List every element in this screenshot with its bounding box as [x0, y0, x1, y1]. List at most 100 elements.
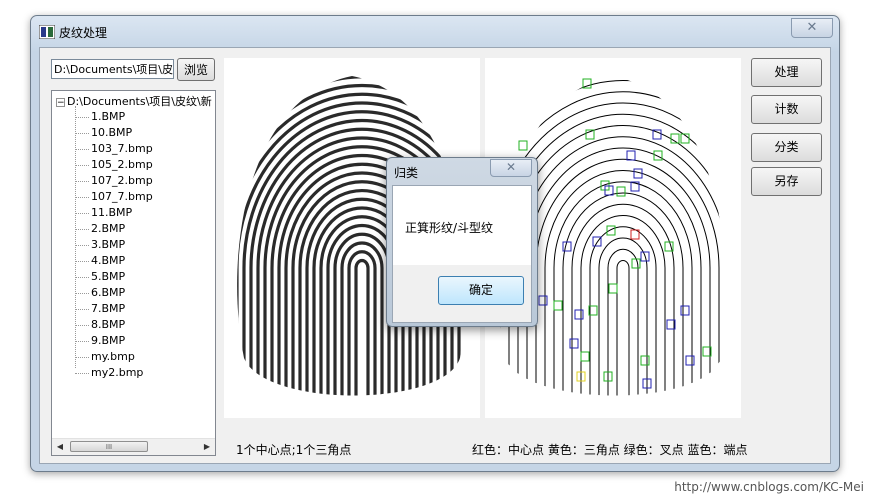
tree-file-label: 6.BMP	[91, 286, 126, 299]
tree-file-label: 107_7.bmp	[91, 190, 153, 203]
tree-branch-line	[75, 228, 89, 230]
tree-file-label: 7.BMP	[91, 302, 126, 315]
tree-file-label: 3.BMP	[91, 238, 126, 251]
tree-file-item[interactable]: 7.BMP	[75, 301, 125, 317]
ending-marker	[685, 355, 695, 366]
tree-file-label: my.bmp	[91, 350, 135, 363]
tree-file-item[interactable]: 2.BMP	[75, 221, 125, 237]
ridge-line	[354, 258, 370, 396]
tree-branch-line	[75, 244, 89, 246]
tree-branch-line	[75, 260, 89, 262]
path-input[interactable]: D:\Documents\项目\皮纹	[51, 59, 174, 79]
tree-file-label: 9.BMP	[91, 334, 126, 347]
tree-branch-line	[75, 212, 89, 214]
ridge-line	[517, 136, 726, 396]
tree-file-item[interactable]: my2.bmp	[75, 365, 143, 381]
tree-branch-line	[75, 164, 89, 166]
bifurcation-marker	[631, 258, 641, 269]
tree-branch-line	[75, 180, 89, 182]
window-title: 皮纹处理	[59, 26, 108, 40]
ridge-line	[607, 248, 639, 396]
dialog-message-area: 正箕形纹/斗型纹	[393, 186, 531, 265]
scroll-thumb[interactable]: III	[70, 441, 148, 452]
point-count-status: 1个中心点;1个三角点	[236, 443, 352, 457]
dialog-body: 正箕形纹/斗型纹 确定	[392, 185, 532, 323]
tree-file-item[interactable]: 1.BMP	[75, 109, 125, 125]
tree-horizontal-scrollbar[interactable]: ◀ III ▶	[52, 438, 215, 455]
tree-root-node[interactable]: − D:\Documents\项目\皮纹\新	[56, 93, 212, 109]
tree-file-item[interactable]: 107_7.bmp	[75, 189, 153, 205]
tree-branch-line	[75, 132, 89, 134]
ridge-line	[580, 215, 666, 396]
bifurcation-marker	[616, 186, 626, 197]
tree-file-label: 2.BMP	[91, 222, 126, 235]
ridge-line	[544, 170, 702, 396]
tree-branch-line	[75, 196, 89, 198]
tree-file-label: 1.BMP	[91, 110, 126, 123]
app-icon	[39, 25, 55, 39]
process-button[interactable]: 处理	[751, 58, 822, 87]
scroll-left-icon[interactable]: ◀	[53, 440, 67, 454]
tree-file-item[interactable]: 107_2.bmp	[75, 173, 153, 189]
ridge-line	[535, 158, 711, 396]
tree-file-label: 107_2.bmp	[91, 174, 153, 187]
tree-branch-line	[75, 308, 89, 310]
dialog-message: 正箕形纹/斗型纹	[405, 221, 494, 235]
tree-root-label: D:\Documents\项目\皮纹\新	[67, 95, 212, 108]
tree-file-item[interactable]: 4.BMP	[75, 253, 125, 269]
title-bar[interactable]: 皮纹处理 ✕	[31, 16, 839, 48]
bifurcation-marker	[553, 300, 563, 311]
ending-marker	[574, 309, 584, 320]
ridge-line	[571, 203, 675, 396]
tree-file-item[interactable]: 105_2.bmp	[75, 157, 153, 173]
save-as-button[interactable]: 另存	[751, 167, 822, 196]
bifurcation-marker	[653, 150, 663, 161]
tree-file-item[interactable]: 11.BMP	[75, 205, 132, 221]
tree-branch-line	[75, 292, 89, 294]
scroll-right-icon[interactable]: ▶	[200, 440, 214, 454]
classify-dialog: 归类 ✕ 正箕形纹/斗型纹 确定	[386, 157, 538, 327]
bifurcation-marker	[640, 355, 650, 366]
watermark-text: http://www.cnblogs.com/KC-Mei	[674, 480, 864, 494]
window-close-button[interactable]: ✕	[791, 18, 833, 38]
ending-marker	[569, 338, 579, 349]
tree-file-label: 4.BMP	[91, 254, 126, 267]
tree-file-label: 103_7.bmp	[91, 142, 153, 155]
tree-file-item[interactable]: 8.BMP	[75, 317, 125, 333]
tree-file-label: 10.BMP	[91, 126, 133, 139]
tree-file-item[interactable]: 5.BMP	[75, 269, 125, 285]
ending-marker	[680, 305, 690, 316]
ending-marker	[626, 150, 636, 161]
tree-file-label: 8.BMP	[91, 318, 126, 331]
file-tree[interactable]: − D:\Documents\项目\皮纹\新 1.BMP 10.BMP 103_7.b…	[51, 90, 216, 456]
tree-branch-line	[75, 148, 89, 150]
tree-branch-line	[75, 356, 89, 358]
tree-branch-line	[75, 324, 89, 326]
ridge-line	[589, 226, 657, 396]
count-button[interactable]: 计数	[751, 95, 822, 124]
ridge-line	[508, 125, 726, 396]
ok-button[interactable]: 确定	[438, 276, 524, 305]
dialog-close-button[interactable]: ✕	[490, 159, 532, 177]
bifurcation-marker	[608, 283, 618, 294]
tree-file-item[interactable]: 10.BMP	[75, 125, 132, 141]
ridge-line	[347, 250, 377, 396]
tree-branch-line	[75, 116, 89, 118]
collapse-icon[interactable]: −	[56, 97, 65, 107]
tree-branch-line	[75, 372, 89, 374]
bifurcation-marker	[518, 140, 528, 151]
tree-file-item[interactable]: 6.BMP	[75, 285, 125, 301]
dialog-title: 归类	[394, 166, 419, 180]
classify-button[interactable]: 分类	[751, 133, 822, 162]
tree-file-label: 5.BMP	[91, 270, 126, 283]
browse-button[interactable]: 浏览	[177, 58, 215, 81]
tree-file-label: my2.bmp	[91, 366, 144, 379]
tree-branch-line	[75, 340, 89, 342]
tree-file-label: 105_2.bmp	[91, 158, 153, 171]
tree-file-item[interactable]: 3.BMP	[75, 237, 125, 253]
tree-file-item[interactable]: 103_7.bmp	[75, 141, 153, 157]
tree-branch-line	[75, 276, 89, 278]
tree-file-item[interactable]: my.bmp	[75, 349, 135, 365]
tree-file-label: 11.BMP	[91, 206, 133, 219]
tree-file-item[interactable]: 9.BMP	[75, 333, 125, 349]
